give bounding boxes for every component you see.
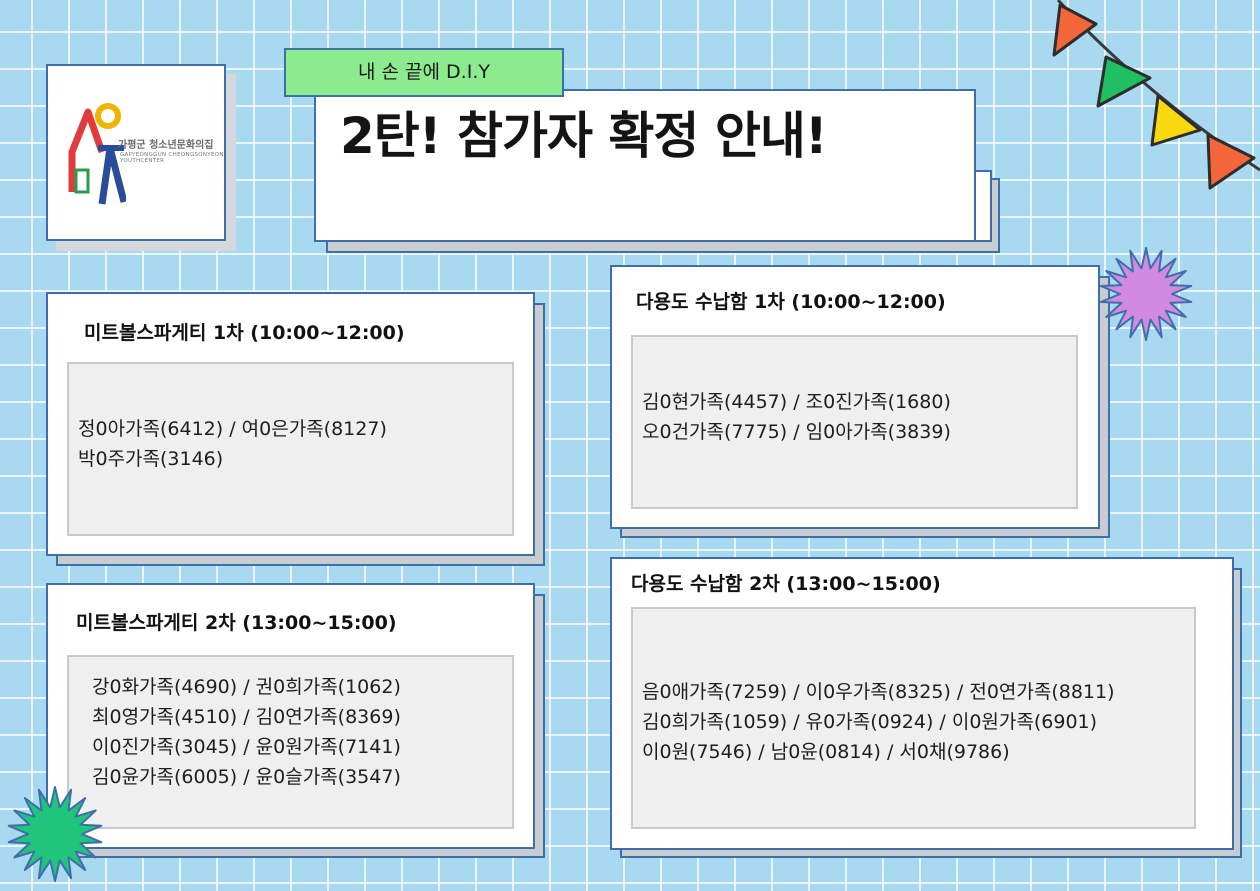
participant-line: 이0진가족(3045) / 윤0원가족(7141) (92, 736, 401, 758)
panel-title: 미트볼스파게티 2차 (13:00~15:00) (76, 612, 397, 634)
panel-title: 미트볼스파게티 1차 (10:00~12:00) (84, 322, 405, 344)
bunting-flags-icon (1052, 0, 1260, 190)
logo-house-icon (68, 103, 126, 205)
participant-line: 김0윤가족(6005) / 윤0슬가족(3547) (92, 766, 401, 788)
logo-name: 가평군 청소년문화의집 (118, 140, 214, 151)
logo-name-en: GAPYEONGGUN CHEONGSONYEON YOUTHCENTER (120, 152, 224, 164)
panel-title: 다용도 수납함 1차 (10:00~12:00) (636, 291, 946, 313)
participant-line: 최0영가족(4510) / 김0연가족(8369) (92, 706, 401, 728)
logo-card: 가평군 청소년문화의집 GAPYEONGGUN CHEONGSONYEON YO… (46, 64, 226, 241)
participant-line: 강0화가족(4690) / 권0희가족(1062) (92, 676, 401, 698)
page-title: 2탄! 참가자 확정 안내! (340, 107, 828, 165)
participant-line: 오0건가족(7775) / 임0아가족(3839) (642, 421, 951, 443)
participant-line: 김0현가족(4457) / 조0진가족(1680) (642, 391, 951, 413)
green-starburst-icon (7, 786, 103, 882)
participant-line: 박0주가족(3146) (78, 448, 224, 470)
participant-line: 음0애가족(7259) / 이0우가족(8325) / 전0연가족(8811) (642, 681, 1115, 703)
participant-line: 이0원(7546) / 남0윤(0814) / 서0채(9786) (642, 741, 1010, 763)
participant-line: 김0희가족(1059) / 유0가족(0924) / 이0원가족(6901) (642, 711, 1098, 733)
program-tag: 내 손 끝에 D.I.Y (284, 48, 564, 97)
purple-starburst-icon (1099, 247, 1193, 341)
panel-title: 다용도 수납함 2차 (13:00~15:00) (631, 573, 941, 595)
participant-line: 정0아가족(6412) / 여0은가족(8127) (78, 418, 387, 440)
